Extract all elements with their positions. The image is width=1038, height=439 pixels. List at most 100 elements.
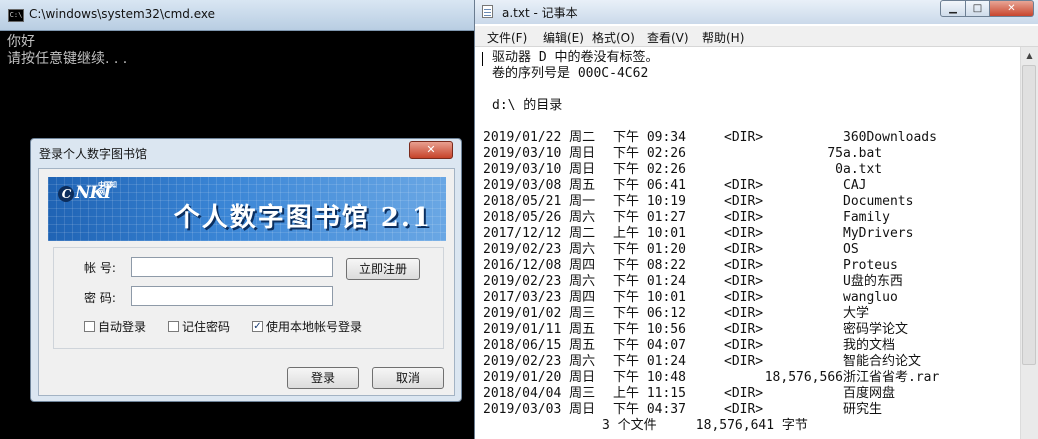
- listing-dir-flag: <DIR>: [724, 210, 764, 225]
- remember-password-checkbox[interactable]: 记住密码: [168, 318, 230, 335]
- listing-name: 密码学论文: [843, 322, 909, 337]
- listing-dir-flag: <DIR>: [724, 306, 764, 321]
- listing-date: 2019/01/11 周五: [483, 322, 596, 337]
- cnki-logo-c: C: [58, 186, 74, 202]
- cmd-titlebar[interactable]: C:\ C:\windows\system32\cmd.exe: [0, 0, 474, 31]
- listing-dir-flag: <DIR>: [724, 258, 764, 273]
- auto-login-checkbox[interactable]: 自动登录: [84, 318, 146, 335]
- listing-date: 2019/01/20 周日: [483, 370, 596, 385]
- listing-row: 2019/01/20 周日 下午 10:48 浙江省省考.rar 18,576,566: [475, 370, 1021, 386]
- menu-file[interactable]: 文件(F): [487, 29, 527, 46]
- account-input[interactable]: [131, 257, 333, 277]
- listing-time: 下午 02:26: [613, 146, 686, 161]
- listing-name: 360Downloads: [843, 130, 937, 145]
- vertical-scrollbar[interactable]: ▲: [1020, 47, 1038, 439]
- close-icon: ✕: [426, 143, 436, 156]
- listing-name: Family: [843, 210, 890, 225]
- listing-row: 2019/02/23 周六 下午 01:24 <DIR> U盘的东西: [475, 274, 1021, 290]
- listing-row: 2016/12/08 周四 下午 08:22 <DIR> Proteus: [475, 258, 1021, 274]
- listing-name: 百度网盘: [843, 386, 896, 401]
- listing-dir-flag: <DIR>: [724, 386, 764, 401]
- listing-time: 下午 10:01: [613, 290, 686, 305]
- cmd-window[interactable]: C:\ C:\windows\system32\cmd.exe 你好 请按任意键…: [0, 0, 475, 439]
- banner-title: 个人数字图书馆 2.1: [173, 203, 432, 233]
- listing-dir-flag: <DIR>: [724, 178, 764, 193]
- close-button[interactable]: ✕: [409, 141, 453, 159]
- cancel-button[interactable]: 取消: [372, 367, 444, 389]
- listing-row: 2017/03/23 周四 下午 10:01 <DIR> wangluo: [475, 290, 1021, 306]
- menu-edit[interactable]: 编辑(E): [543, 29, 584, 46]
- maximize-button[interactable]: □: [966, 0, 990, 17]
- listing-date: 2018/05/26 周六: [483, 210, 596, 225]
- login-banner: C NKI 中国知网 个人数字图书馆 2.1: [48, 177, 446, 241]
- login-dialog[interactable]: 登录个人数字图书馆 ✕ C NKI 中国知网 个人数字图书馆 2.1 帐 号: 立…: [30, 138, 462, 402]
- listing-date: 2019/03/08 周五: [483, 178, 596, 193]
- listing-name: 浙江省省考.rar: [843, 370, 940, 385]
- listing-date: 2019/01/22 周二: [483, 130, 596, 145]
- listing-size: 0: [835, 162, 843, 177]
- listing-name: Proteus: [843, 258, 898, 273]
- cnki-logo-sub: 中国知网: [98, 180, 117, 196]
- listing-row: 2018/05/26 周六 下午 01:27 <DIR> Family: [475, 210, 1021, 226]
- auto-login-label: 自动登录: [98, 320, 147, 334]
- listing-row: 2019/02/23 周六 下午 01:20 <DIR> OS: [475, 242, 1021, 258]
- listing-row: 2019/01/11 周五 下午 10:56 <DIR> 密码学论文: [475, 322, 1021, 338]
- password-input[interactable]: [131, 286, 333, 306]
- listing-row: 2018/05/21 周一 下午 10:19 <DIR> Documents: [475, 194, 1021, 210]
- listing-date: 2017/03/23 周四: [483, 290, 596, 305]
- listing-name: CAJ: [843, 178, 867, 193]
- listing-row: 2019/03/10 周日 下午 02:26 a.bat 75: [475, 146, 1021, 162]
- listing-name: Documents: [843, 194, 914, 209]
- listing-name: U盘的东西: [843, 274, 903, 289]
- listing-time: 下午 06:41: [613, 178, 686, 193]
- login-button[interactable]: 登录: [287, 367, 359, 389]
- listing-name: a.txt: [843, 162, 883, 177]
- scroll-up-icon[interactable]: ▲: [1021, 47, 1038, 64]
- cmd-window-title: C:\windows\system32\cmd.exe: [29, 7, 215, 21]
- text-line: 驱动器 D 中的卷没有标签。: [492, 50, 659, 65]
- listing-time: 下午 06:12: [613, 306, 686, 321]
- listing-time: 下午 04:37: [613, 402, 686, 417]
- listing-row: 2019/03/03 周日 下午 04:37 <DIR> 研究生: [475, 402, 1021, 418]
- listing-date: 2016/12/08 周四: [483, 258, 596, 273]
- listing-time: 下午 01:24: [613, 354, 686, 369]
- cmd-output-line: 你好: [7, 34, 35, 50]
- listing-date: 2019/03/03 周日: [483, 402, 596, 417]
- menu-help[interactable]: 帮助(H): [702, 29, 744, 46]
- listing-row: 2019/01/22 周二 下午 09:34 <DIR> 360Downloads: [475, 130, 1021, 146]
- listing-name: a.bat: [843, 146, 883, 161]
- listing-row: 2019/01/02 周三 下午 06:12 <DIR> 大学: [475, 306, 1021, 322]
- cnki-logo: C NKI 中国知网: [58, 181, 117, 203]
- listing-date: 2019/02/23 周六: [483, 354, 596, 369]
- listing-time: 下午 01:24: [613, 274, 686, 289]
- menu-view[interactable]: 查看(V): [647, 29, 689, 46]
- notepad-window[interactable]: a.txt - 记事本 ▁ □ ✕ 文件(F) 编辑(E) 格式(O) 查看(V…: [475, 0, 1038, 439]
- listing-dir-flag: <DIR>: [724, 338, 764, 353]
- listing-name: 我的文档: [843, 338, 896, 353]
- listing-time: 下午 09:34: [613, 130, 686, 145]
- use-local-account-checkbox[interactable]: ✓ 使用本地帐号登录: [252, 318, 362, 335]
- close-button[interactable]: ✕: [990, 0, 1034, 17]
- listing-name: wangluo: [843, 290, 898, 305]
- listing-name: 大学: [843, 306, 870, 321]
- auto-login-box[interactable]: [84, 321, 95, 332]
- minimize-button[interactable]: ▁: [940, 0, 966, 17]
- listing-date: 2018/04/04 周三: [483, 386, 596, 401]
- listing-date: 2018/05/21 周一: [483, 194, 596, 209]
- remember-password-box[interactable]: [168, 321, 179, 332]
- checkmark-icon[interactable]: ✓: [252, 321, 263, 332]
- scroll-thumb[interactable]: [1022, 65, 1036, 365]
- summary-line: 3 个文件 18,576,641 字节: [602, 418, 808, 433]
- listing-row: 2017/12/12 周二 上午 10:01 <DIR> MyDrivers: [475, 226, 1021, 242]
- listing-date: 2018/06/15 周五: [483, 338, 596, 353]
- register-button[interactable]: 立即注册: [346, 258, 420, 280]
- listing-dir-flag: <DIR>: [724, 354, 764, 369]
- text-editor[interactable]: 驱动器 D 中的卷没有标签。 卷的序列号是 000C-4C62 d:\ 的目录 …: [475, 47, 1021, 439]
- notepad-app-icon: [482, 5, 493, 18]
- listing-time: 上午 11:15: [613, 386, 686, 401]
- listing-date: 2019/03/10 周日: [483, 146, 596, 161]
- listing-date: 2019/02/23 周六: [483, 274, 596, 289]
- menu-format[interactable]: 格式(O): [592, 29, 635, 46]
- notepad-titlebar[interactable]: a.txt - 记事本 ▁ □ ✕: [475, 0, 1038, 24]
- listing-dir-flag: <DIR>: [724, 130, 764, 145]
